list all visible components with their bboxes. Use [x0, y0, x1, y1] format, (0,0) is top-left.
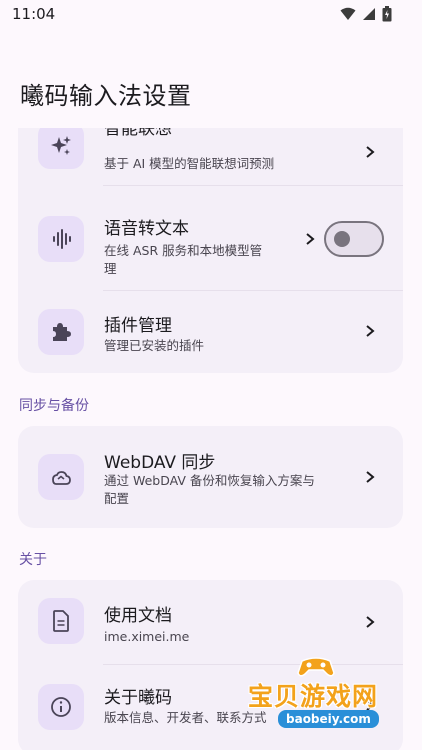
chevron-right-icon	[306, 233, 315, 245]
voice-wave-icon	[38, 216, 84, 262]
settings-item-subtitle: 配置	[104, 491, 130, 506]
sparkles-icon	[38, 128, 84, 169]
signal-icon	[363, 8, 375, 20]
info-icon	[38, 684, 84, 730]
features-card: 智能联想 基于 AI 模型的智能联想词预测 语音转文本 在线 ASR 服务和本地…	[18, 128, 403, 373]
watermark-text: 宝贝游戏网	[248, 682, 379, 711]
chevron-right-icon	[366, 616, 375, 628]
chevron-right-icon	[366, 325, 375, 337]
status-time: 11:04	[12, 5, 56, 23]
watermark-url: baobeiy.com	[278, 710, 379, 728]
toggle-knob	[334, 231, 350, 247]
wifi-icon	[340, 7, 356, 20]
settings-item-subtitle: ime.ximei.me	[104, 629, 190, 644]
watermark-logo: 宝贝游戏网 baobeiy.com	[248, 655, 398, 735]
section-header-sync: 同步与备份	[19, 398, 89, 414]
settings-item-subtitle: 在线 ASR 服务和本地模型管	[104, 243, 263, 258]
settings-item-subtitle: 版本信息、开发者、联系方式	[104, 710, 267, 725]
settings-item-subtitle: 通过 WebDAV 备份和恢复输入方案与	[104, 473, 315, 488]
section-header-about: 关于	[19, 552, 47, 568]
settings-item-speech-to-text[interactable]: 语音转文本 在线 ASR 服务和本地模型管 理	[18, 186, 403, 290]
settings-item-title: WebDAV 同步	[104, 453, 216, 473]
battery-icon	[382, 6, 392, 22]
settings-item-title: 智能联想	[104, 128, 172, 139]
chevron-right-icon	[366, 471, 375, 483]
cloud-sync-icon	[38, 454, 84, 500]
settings-item-webdav[interactable]: WebDAV 同步 通过 WebDAV 备份和恢复输入方案与 配置	[18, 426, 403, 528]
settings-item-title: 语音转文本	[104, 219, 189, 239]
status-icons	[340, 6, 392, 22]
document-icon	[38, 598, 84, 644]
settings-item-title: 关于曦码	[104, 688, 172, 708]
sync-card: WebDAV 同步 通过 WebDAV 备份和恢复输入方案与 配置	[18, 426, 403, 528]
settings-item-subtitle: 管理已安装的插件	[104, 338, 205, 353]
settings-item-subtitle: 理	[104, 261, 117, 276]
settings-item-title: 使用文档	[104, 606, 172, 626]
settings-item-subtitle: 基于 AI 模型的智能联想词预测	[104, 156, 275, 171]
page-title: 曦码输入法设置	[20, 82, 192, 110]
settings-item-title: 插件管理	[104, 316, 172, 336]
gamepad-icon	[297, 657, 335, 677]
status-bar: 11:04	[0, 0, 422, 30]
settings-item-docs[interactable]: 使用文档 ime.ximei.me	[18, 580, 403, 664]
settings-item-plugins[interactable]: 插件管理 管理已安装的插件	[18, 291, 403, 373]
puzzle-icon	[38, 309, 84, 355]
settings-item-smart-suggest[interactable]: 智能联想 基于 AI 模型的智能联想词预测	[18, 128, 403, 185]
chevron-right-icon	[366, 146, 375, 158]
speech-to-text-toggle[interactable]	[324, 221, 384, 257]
